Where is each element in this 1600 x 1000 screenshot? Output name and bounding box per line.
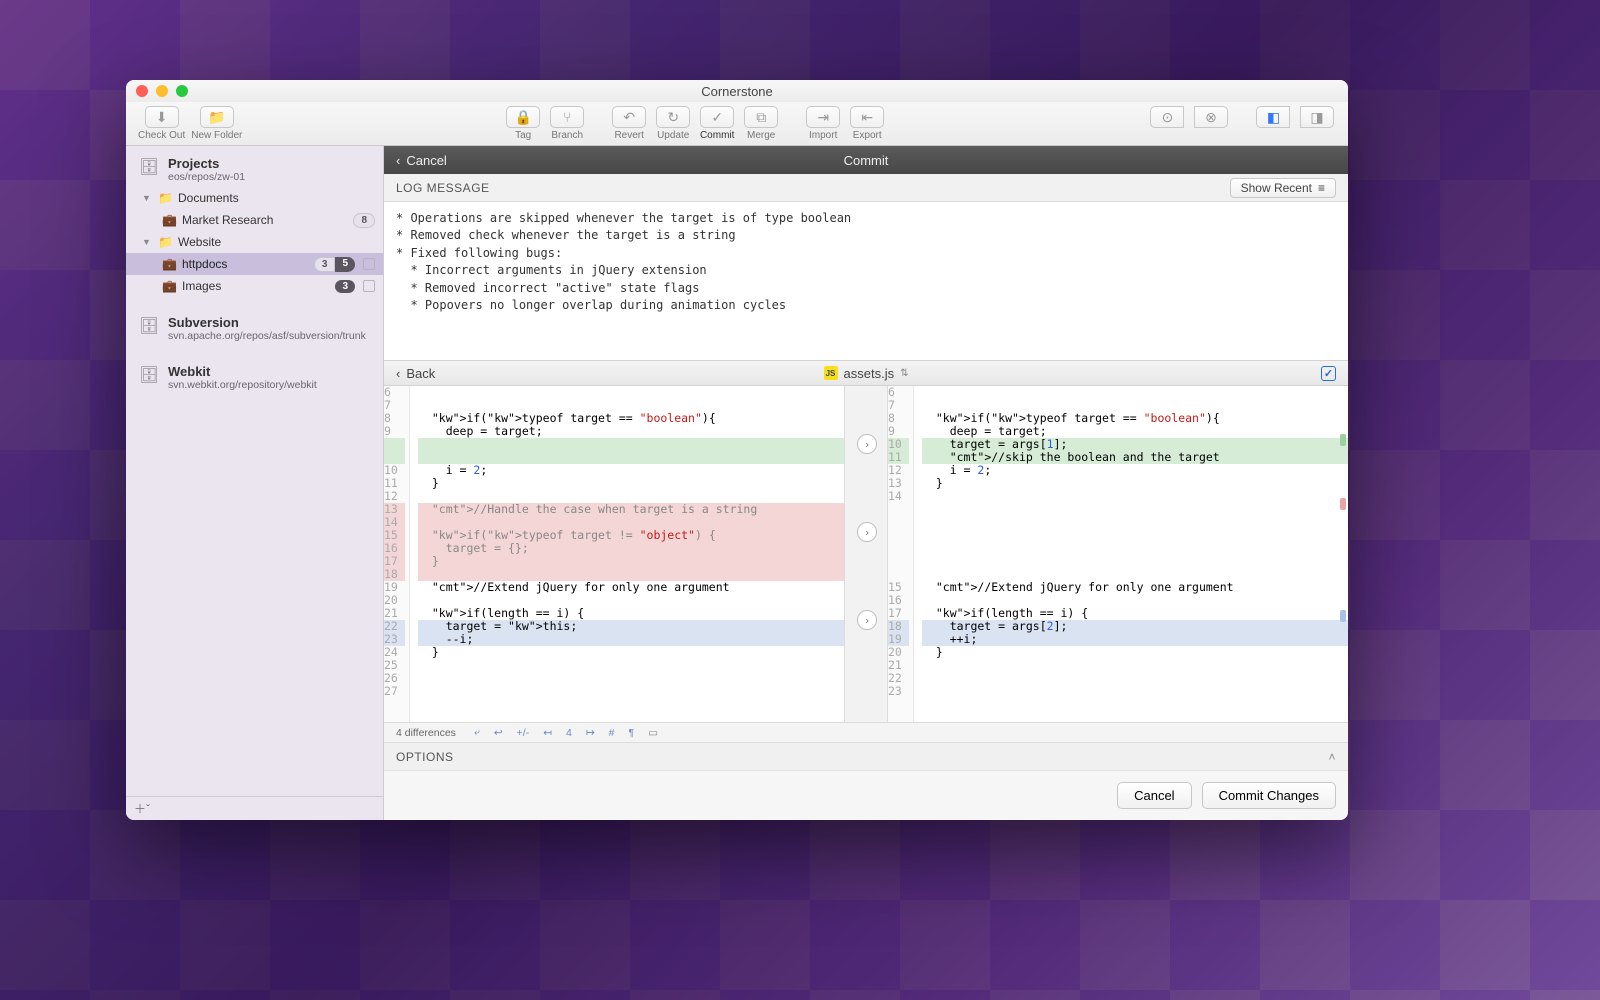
disclosure-icon[interactable]: ▼ bbox=[142, 193, 154, 203]
breadcrumb: ‹ Cancel Commit bbox=[384, 146, 1348, 174]
filebar: ‹ Back JS assets.js ⇅ ✓ bbox=[384, 360, 1348, 386]
diff-view: 6789101112131415161718192021222324252627… bbox=[384, 386, 1348, 722]
options-section[interactable]: OPTIONS ˄ bbox=[384, 742, 1348, 770]
repo-projects[interactable]: 🗄 Projects eos/repos/zw-01 bbox=[126, 150, 383, 187]
viewoptions-button[interactable]: ⊙View Options bbox=[1148, 106, 1186, 141]
folder-icon: 💼 bbox=[162, 257, 178, 271]
folder-icon: 💼 bbox=[162, 213, 178, 227]
logmsg-title: LOG MESSAGE bbox=[396, 181, 490, 195]
import-button[interactable]: ⇥Import bbox=[804, 106, 842, 141]
diff-right-pane: 67891011121314151617181920212223 "kw">if… bbox=[888, 386, 1348, 722]
list-icon: ≡ bbox=[1318, 181, 1325, 195]
newfolder-button[interactable]: 📁New Folder bbox=[191, 106, 242, 141]
merge-button[interactable]: ⧉Merge bbox=[742, 106, 780, 141]
repo-icon: 🗄 bbox=[138, 156, 160, 178]
file-selector[interactable]: JS assets.js ⇅ bbox=[384, 366, 1348, 381]
tag-button[interactable]: 🔒Tag bbox=[504, 106, 542, 141]
main-panel: ‹ Cancel Commit LOG MESSAGE Show Recent … bbox=[384, 146, 1348, 820]
commit-button[interactable]: ✓Commit bbox=[698, 106, 736, 141]
tree-website[interactable]: ▼ 📁 Website bbox=[126, 231, 383, 253]
revert-button[interactable]: ↶Revert bbox=[610, 106, 648, 141]
disclosure-icon[interactable]: ▼ bbox=[142, 237, 154, 247]
logmsg-header: LOG MESSAGE Show Recent ≡ bbox=[384, 174, 1348, 202]
return-icon[interactable]: ↩ bbox=[494, 727, 503, 739]
app-window: Cornerstone ⬇Check Out 📁New Folder 🔒Tag … bbox=[126, 80, 1348, 820]
tree-httpdocs[interactable]: 💼 httpdocs 3 5 bbox=[126, 253, 383, 275]
add-icon[interactable]: ＋ˇ bbox=[134, 800, 150, 817]
folder-icon: 💼 bbox=[162, 279, 178, 293]
window-title: Cornerstone bbox=[126, 84, 1348, 99]
tree-market-research[interactable]: 💼 Market Research 8 bbox=[126, 209, 383, 231]
row-checkbox[interactable] bbox=[363, 280, 375, 292]
chevron-up-icon: ˄ bbox=[1328, 750, 1336, 764]
export-button[interactable]: ⇤Export bbox=[848, 106, 886, 141]
plusminus-icon[interactable]: +/- bbox=[517, 727, 530, 739]
merge-arrow-button[interactable]: › bbox=[857, 434, 877, 454]
repo-icon: 🗄 bbox=[138, 315, 160, 337]
branch-button[interactable]: ⑂Branch bbox=[548, 106, 586, 141]
wrap-icon[interactable]: ⤶ bbox=[474, 726, 480, 739]
titlebar: Cornerstone bbox=[126, 80, 1348, 102]
diff-scrollhint bbox=[1340, 386, 1346, 722]
folder-icon[interactable]: ▭ bbox=[648, 727, 658, 739]
logmsg-textarea[interactable]: * Operations are skipped whenever the ta… bbox=[384, 202, 1348, 360]
count-badge: 3 bbox=[335, 280, 355, 293]
show-recent-button[interactable]: Show Recent ≡ bbox=[1230, 178, 1336, 198]
options-title: OPTIONS bbox=[396, 750, 454, 764]
tree-documents[interactable]: ▼ 📁 Documents bbox=[126, 187, 383, 209]
viewoptions-button-2[interactable]: ⊗ bbox=[1192, 106, 1230, 141]
cancel-button[interactable]: Cancel bbox=[1117, 782, 1191, 809]
folder-icon: 📁 bbox=[158, 191, 174, 205]
toolbar: ⬇Check Out 📁New Folder 🔒Tag ⑂Branch ↶Rev… bbox=[126, 102, 1348, 146]
folder-icon: 📁 bbox=[158, 235, 174, 249]
sidebar-footer: ＋ˇ bbox=[126, 796, 383, 820]
hash-icon[interactable]: # bbox=[609, 727, 615, 739]
nav-count: 4 bbox=[566, 727, 572, 739]
tree-images[interactable]: 💼 Images 3 bbox=[126, 275, 383, 297]
merge-arrow-button[interactable]: › bbox=[857, 522, 877, 542]
sidebar: 🗄 Projects eos/repos/zw-01 ▼ 📁 Documents… bbox=[126, 146, 384, 820]
repo-icon: 🗄 bbox=[138, 364, 160, 386]
pilcrow-icon[interactable]: ¶ bbox=[629, 727, 635, 739]
diff-count: 4 differences bbox=[396, 727, 456, 739]
row-checkbox[interactable] bbox=[363, 258, 375, 270]
footer: Cancel Commit Changes bbox=[384, 770, 1348, 820]
breadcrumb-title: Commit bbox=[384, 153, 1348, 168]
repo-subversion[interactable]: 🗄 Subversion svn.apache.org/repos/asf/su… bbox=[126, 309, 383, 346]
nav-next-icon[interactable]: ↦ bbox=[586, 727, 595, 739]
nav-prev-icon[interactable]: ↤ bbox=[543, 727, 552, 739]
js-file-icon: JS bbox=[824, 366, 838, 380]
diff-statusbar: 4 differences ⤶ ↩ +/- ↤ 4 ↦ # ¶ ▭ bbox=[384, 722, 1348, 742]
count-badge: 8 bbox=[353, 213, 375, 228]
panel-right-button[interactable]: ◨ bbox=[1298, 106, 1336, 141]
commit-changes-button[interactable]: Commit Changes bbox=[1202, 782, 1336, 809]
repo-webkit[interactable]: 🗄 Webkit svn.webkit.org/repository/webki… bbox=[126, 358, 383, 395]
panel-left-button[interactable]: ◧Panels bbox=[1254, 106, 1292, 141]
update-button[interactable]: ↻Update bbox=[654, 106, 692, 141]
checkout-button[interactable]: ⬇Check Out bbox=[138, 106, 185, 141]
diff-gutter-mid: › › › bbox=[844, 386, 888, 722]
diff-left-pane: 6789101112131415161718192021222324252627… bbox=[384, 386, 844, 722]
count-badge: 3 bbox=[314, 257, 336, 272]
updown-icon: ⇅ bbox=[900, 368, 908, 379]
merge-arrow-button[interactable]: › bbox=[857, 610, 877, 630]
count-badge: 5 bbox=[335, 257, 355, 272]
